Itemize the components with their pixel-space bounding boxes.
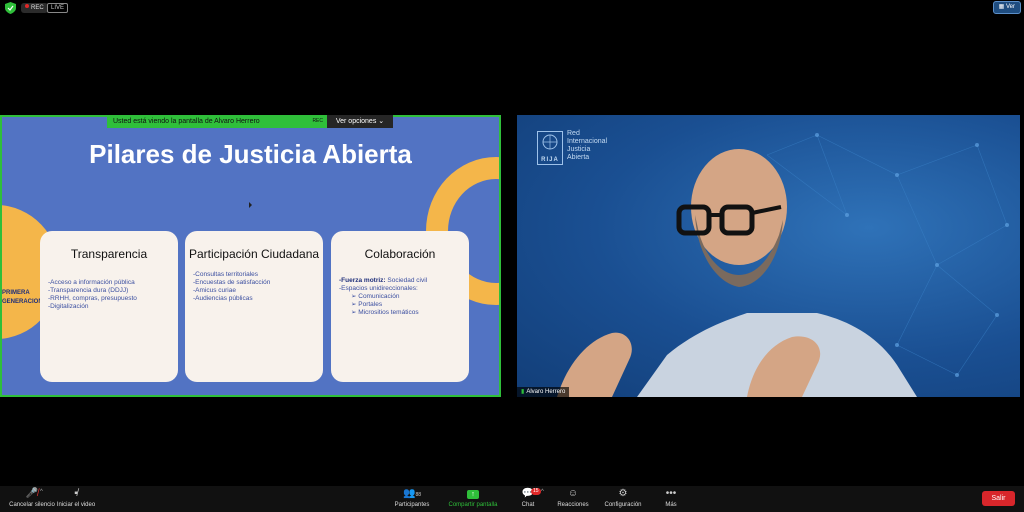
generation-label: PRIMERA GENERACION bbox=[2, 290, 43, 305]
leave-button[interactable]: Salir bbox=[982, 491, 1015, 506]
start-video-label: Iniciar el video bbox=[56, 502, 96, 508]
organization-name: Red Internacional Justicia Abierta bbox=[567, 130, 627, 162]
card-title: Colaboración bbox=[364, 247, 436, 261]
video-off-icon: ▪︎̸ bbox=[74, 488, 78, 499]
card-title: Transparencia bbox=[70, 247, 148, 261]
list-item: -Acceso a información pública bbox=[48, 279, 135, 286]
list-item: -Amicus curiae bbox=[193, 287, 236, 294]
list-subitem: ➢ Comunicación bbox=[351, 293, 400, 300]
view-grid-icon: ▦ bbox=[998, 4, 1006, 10]
share-screen-button[interactable]: ↑ Compartir pantalla bbox=[442, 488, 504, 508]
list-item: -Fuerza motriz: Sociedad civil bbox=[339, 277, 469, 285]
top-bar: REC LIVE ▦ Ver bbox=[0, 0, 1024, 16]
list-subitem: ➢ Portales bbox=[351, 301, 383, 308]
list-item: -Consultas territoriales bbox=[193, 271, 259, 278]
record-dot-icon bbox=[25, 4, 29, 8]
chevron-down-icon: ⌄ bbox=[376, 118, 385, 125]
share-banner-text: Usted está viendo la pantalla de Alvaro … bbox=[113, 118, 260, 125]
view-options-button[interactable]: Ver opciones ⌄ bbox=[327, 115, 393, 128]
bold-value: Sociedad civil bbox=[385, 277, 428, 284]
rija-logo: RIJA bbox=[537, 131, 563, 165]
globe-icon bbox=[542, 134, 558, 150]
share-screen-label: Compartir pantalla bbox=[448, 502, 498, 508]
recording-indicator[interactable]: REC bbox=[21, 3, 48, 13]
org-line: Internacional bbox=[567, 138, 608, 145]
list-item: -RRHH, compras, presupuesto bbox=[48, 295, 137, 302]
view-label: Ver bbox=[1005, 4, 1015, 10]
reactions-label: Reacciones bbox=[557, 502, 589, 508]
participants-icon: 👥88 bbox=[402, 488, 421, 499]
participants-count: 88 bbox=[415, 492, 421, 498]
more-dots-icon: ••• bbox=[665, 488, 677, 499]
chat-badge: 15 bbox=[531, 488, 541, 495]
settings-label: Configuración bbox=[604, 502, 642, 508]
reactions-icon: ☺︎ bbox=[567, 488, 579, 499]
view-options-label: Ver opciones bbox=[335, 118, 377, 125]
share-screen-icon: ↑ bbox=[442, 488, 504, 500]
card-colaboracion: Colaboración -Fuerza motriz: Sociedad ci… bbox=[331, 231, 469, 382]
card-transparencia: Transparencia -Acceso a información públ… bbox=[40, 231, 178, 382]
start-video-button[interactable]: ▪︎̸ Iniciar el video bbox=[48, 488, 104, 508]
participant-name-tag: ▮ Alvaro Herrero bbox=[517, 387, 570, 397]
slide-title: Pilares de Justicia Abierta bbox=[89, 139, 412, 169]
chat-label: Chat bbox=[521, 502, 535, 508]
reactions-button[interactable]: ☺︎ Reacciones bbox=[545, 488, 601, 508]
participant-video[interactable]: RIJA Red Internacional Justicia Abierta … bbox=[517, 115, 1020, 397]
card-participacion: Participación Ciudadana -Consultas terri… bbox=[185, 231, 323, 382]
list-subitem: ➢ Micrositios temáticos bbox=[351, 309, 419, 316]
more-label: Más bbox=[665, 502, 677, 508]
view-button[interactable]: ▦ Ver bbox=[992, 1, 1021, 14]
audio-options-caret-icon[interactable]: ^ bbox=[40, 489, 43, 495]
rija-logo-text: RIJA bbox=[541, 157, 559, 163]
security-shield-icon[interactable] bbox=[5, 2, 16, 14]
org-line: Red bbox=[567, 130, 580, 137]
chat-options-caret-icon[interactable]: ^ bbox=[541, 489, 544, 495]
live-indicator[interactable]: LIVE bbox=[47, 3, 69, 13]
list-item: -Espacios unidireccionales: bbox=[339, 285, 418, 292]
signal-strength-icon: ▮ bbox=[521, 389, 525, 395]
org-line: Abierta bbox=[567, 154, 590, 161]
mouse-cursor-icon bbox=[249, 202, 252, 208]
banner-rec-label: REC bbox=[312, 118, 323, 124]
org-line: Justicia bbox=[567, 146, 591, 153]
participant-name: Alvaro Herrero bbox=[526, 389, 566, 395]
participants-button[interactable]: 👥88 Participantes bbox=[384, 488, 440, 508]
shared-screen[interactable]: Pilares de Justicia Abierta PRIMERA GENE… bbox=[0, 115, 501, 397]
list-item: -Audiencias públicas bbox=[193, 295, 253, 302]
list-item: -Encuestas de satisfacción bbox=[193, 279, 271, 286]
more-button[interactable]: ••• Más bbox=[643, 488, 699, 508]
card-title: Participación Ciudadana bbox=[188, 247, 320, 261]
bold-label: -Fuerza motriz: bbox=[339, 277, 386, 284]
screen-share-banner: Usted está viendo la pantalla de Alvaro … bbox=[107, 115, 327, 128]
list-item: -Digitalización bbox=[48, 303, 89, 310]
list-item: -Transparencia dura (DDJJ) bbox=[48, 287, 129, 294]
participants-label: Participantes bbox=[394, 502, 430, 508]
recording-label: REC bbox=[31, 5, 44, 11]
meeting-toolbar: 🎤̸ Cancelar silencio ^ ▪︎̸ Iniciar el vide… bbox=[0, 486, 1024, 512]
